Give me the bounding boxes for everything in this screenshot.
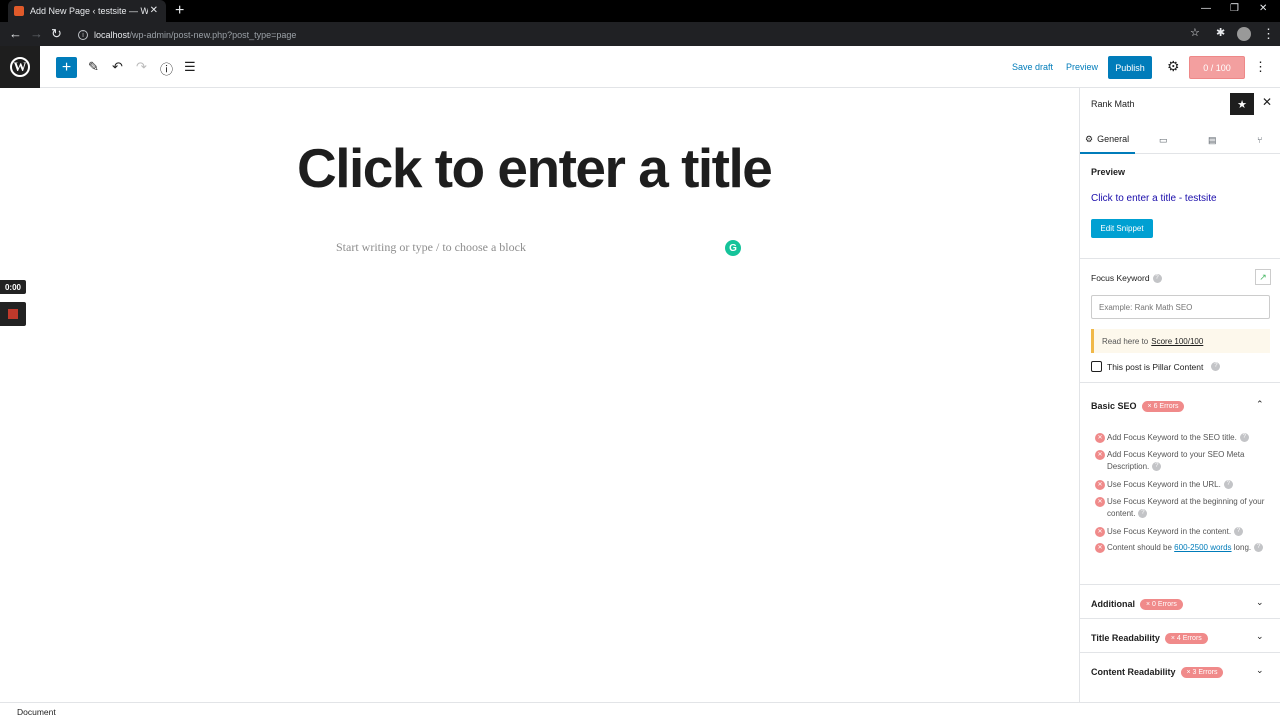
undo-icon[interactable]: ↶ [112, 59, 123, 75]
content-readability-heading[interactable]: Content Readability × 3 Errors [1091, 667, 1224, 679]
browser-tab-bar: Add New Page ‹ testsite — WordP ✕ + — ❐ … [0, 0, 1280, 22]
rank-math-sidebar: Rank Math ★ ✕ ⚙ General ▭ ▤ ⑂ Preview Cl… [1079, 88, 1280, 702]
new-tab-icon[interactable]: + [175, 2, 184, 20]
edit-snippet-button[interactable]: Edit Snippet [1091, 219, 1153, 238]
browser-tab[interactable]: Add New Page ‹ testsite — WordP ✕ [8, 0, 166, 22]
share-icon: ⑂ [1257, 135, 1263, 145]
close-sidebar-icon[interactable]: ✕ [1262, 95, 1272, 109]
basic-seo-section [1080, 383, 1280, 585]
browser-menu-icon[interactable]: ⋮ [1262, 26, 1275, 42]
stop-recording-button[interactable] [0, 302, 26, 326]
briefcase-icon: ▭ [1159, 134, 1168, 145]
url-field[interactable]: i localhost/wp-admin/post-new.php?post_t… [78, 28, 296, 42]
forward-icon[interactable]: → [30, 26, 43, 41]
breadcrumb-document[interactable]: Document [17, 707, 56, 717]
close-tab-icon[interactable]: ✕ [150, 5, 158, 16]
maximize-icon[interactable]: ❐ [1230, 3, 1239, 14]
minimize-icon[interactable]: — [1201, 3, 1211, 14]
sidebar-title: Rank Math [1091, 99, 1135, 109]
reload-icon[interactable]: ↻ [51, 26, 62, 42]
block-breadcrumb-bar: Document [0, 702, 1280, 720]
content-readability-badge: × 3 Errors [1180, 667, 1224, 679]
title-readability-section [1080, 619, 1280, 653]
window-close-icon[interactable]: ✕ [1259, 3, 1267, 14]
tab-general-label: General [1097, 134, 1130, 144]
add-block-button[interactable]: + [56, 57, 77, 78]
profile-avatar[interactable] [1237, 27, 1251, 41]
url-host: localhost [94, 30, 130, 40]
snippet-title[interactable]: Click to enter a title - testsite [1091, 193, 1217, 204]
save-draft-button[interactable]: Save draft [1012, 62, 1053, 72]
site-info-icon[interactable]: i [78, 30, 88, 40]
bookmark-star-icon[interactable]: ☆ [1190, 26, 1200, 39]
tab-title: Add New Page ‹ testsite — WordP [30, 6, 148, 16]
redo-icon[interactable]: ↷ [136, 59, 147, 75]
favicon-icon [14, 6, 24, 16]
focus-keyword-section [1080, 259, 1280, 383]
edit-tools-icon[interactable]: ✎ [88, 59, 99, 75]
info-icon[interactable]: ⓘ [160, 59, 173, 78]
rank-math-score-button[interactable]: 0 / 100 [1189, 56, 1245, 79]
publish-button[interactable]: Publish [1108, 56, 1152, 79]
tab-social[interactable]: ⑂ [1257, 126, 1262, 154]
tab-general[interactable]: ⚙ General [1080, 126, 1135, 154]
block-navigation-icon[interactable]: ☰ [184, 59, 196, 75]
schema-icon: ▤ [1208, 134, 1217, 145]
pin-star-icon[interactable]: ★ [1230, 93, 1254, 115]
url-path: /wp-admin/post-new.php?post_type=page [129, 30, 297, 40]
additional-section [1080, 585, 1280, 619]
chevron-down-icon[interactable]: ⌄ [1256, 665, 1264, 676]
more-options-icon[interactable]: ⋮ [1254, 59, 1267, 75]
settings-gear-icon[interactable]: ⚙ [1167, 58, 1180, 75]
wordpress-logo-icon[interactable]: W [0, 46, 40, 88]
post-title-field[interactable]: Click to enter a title [297, 136, 773, 200]
back-icon[interactable]: ← [9, 26, 22, 41]
block-placeholder[interactable]: Start writing or type / to choose a bloc… [336, 240, 526, 255]
gear-icon: ⚙ [1085, 133, 1094, 144]
tab-schema[interactable]: ▤ [1208, 126, 1217, 154]
extensions-icon[interactable]: ✱ [1216, 26, 1225, 39]
sidebar-tabs: ⚙ General ▭ ▤ ⑂ [1080, 126, 1280, 154]
recording-timer: 0:00 [0, 280, 26, 294]
tab-advanced[interactable]: ▭ [1159, 126, 1168, 154]
score-label: 0 / 100 [1203, 62, 1231, 73]
preview-heading: Preview [1091, 167, 1126, 177]
preview-button[interactable]: Preview [1066, 62, 1098, 72]
grammarly-icon[interactable]: G [725, 240, 741, 256]
